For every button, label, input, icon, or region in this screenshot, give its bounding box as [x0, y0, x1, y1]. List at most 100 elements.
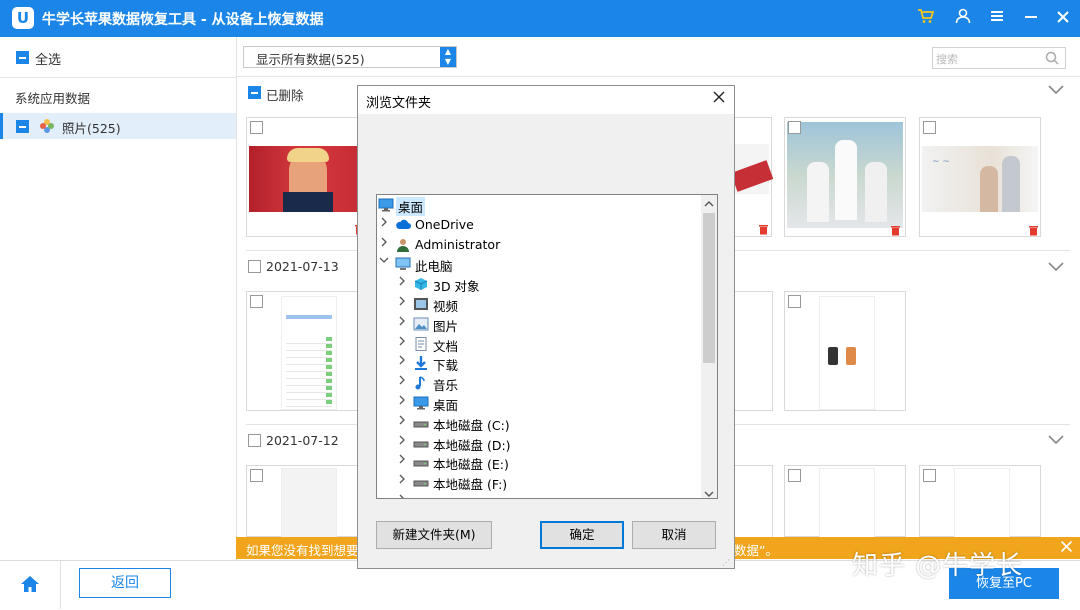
scroll-up-icon[interactable]	[704, 197, 714, 212]
expand-chevron-icon[interactable]	[397, 316, 407, 329]
home-button[interactable]	[0, 560, 61, 609]
phone-shape	[828, 347, 838, 365]
expand-chevron-icon[interactable]	[397, 435, 407, 448]
dialog-body: 桌面 OneDrive Administrator 此电脑 3D 对象 视频 图片 文档 下载音…	[358, 114, 734, 568]
drive-icon	[413, 495, 429, 498]
tree-item[interactable]: 本地磁盘 (G:)	[377, 493, 703, 498]
expand-chevron-icon[interactable]	[379, 237, 389, 250]
tree-item[interactable]: 音乐	[377, 374, 703, 393]
tree-item[interactable]: 桌面	[377, 394, 703, 413]
section-deleted-checkbox[interactable]	[248, 86, 261, 99]
expand-chevron-icon[interactable]	[397, 474, 407, 487]
photo-thumbnail[interactable]	[784, 117, 906, 237]
photo-thumbnail[interactable]	[919, 465, 1041, 538]
section-label: 2021-07-12	[266, 433, 339, 448]
sidebar-item-photos[interactable]: 照片(525)	[0, 113, 236, 139]
photo-thumbnail[interactable]	[784, 465, 906, 538]
select-all-row[interactable]: 全选	[0, 37, 236, 78]
photo-checkbox[interactable]	[250, 469, 263, 482]
tree-item[interactable]: 文档	[377, 335, 703, 354]
chevron-down-icon[interactable]	[1048, 261, 1064, 275]
svg-text:~ ~: ~ ~	[932, 157, 950, 167]
photo-thumbnail[interactable]	[246, 291, 368, 411]
desktop-icon	[378, 198, 394, 212]
expand-chevron-icon[interactable]	[397, 336, 407, 349]
photo-checkbox[interactable]	[923, 469, 936, 482]
tree-item-label: 3D 对象	[433, 279, 480, 295]
search-icon[interactable]	[1045, 51, 1059, 69]
photo-thumbnail[interactable]: ~ ~	[919, 117, 1041, 237]
photo-checkbox[interactable]	[788, 469, 801, 482]
close-icon[interactable]	[1051, 7, 1075, 31]
tree-item[interactable]: 下载	[377, 354, 703, 373]
section-checkbox[interactable]	[248, 260, 261, 273]
scroll-thumb[interactable]	[703, 213, 715, 363]
trash-icon[interactable]	[758, 224, 769, 238]
trash-icon[interactable]	[1028, 225, 1039, 239]
tree-item[interactable]: 本地磁盘 (E:)	[377, 453, 703, 472]
photo-checkbox[interactable]	[250, 295, 263, 308]
expand-chevron-icon[interactable]	[379, 217, 389, 230]
screenshot-bar	[286, 315, 332, 319]
3d-objects-icon	[413, 277, 429, 291]
photo-image	[249, 146, 365, 212]
tree-item[interactable]: 本地磁盘 (C:)	[377, 414, 703, 433]
expand-chevron-icon[interactable]	[397, 395, 407, 408]
photo-checkbox[interactable]	[923, 121, 936, 134]
photo-thumbnail[interactable]	[246, 465, 368, 538]
photo-checkbox[interactable]	[788, 121, 801, 134]
tree-item-label: 视频	[433, 299, 459, 314]
tree-item-label: 文档	[433, 338, 459, 354]
photo-checkbox[interactable]	[788, 295, 801, 308]
expand-chevron-icon[interactable]	[397, 454, 407, 467]
music-icon	[413, 376, 429, 390]
tree-item[interactable]: 桌面	[377, 196, 703, 216]
ok-button[interactable]: 确定	[540, 521, 624, 549]
back-button[interactable]: 返回	[79, 568, 171, 598]
video-icon	[413, 297, 429, 311]
search-input[interactable]: 搜索	[932, 47, 1066, 69]
menu-icon[interactable]	[985, 7, 1009, 31]
person-shape	[1002, 156, 1020, 212]
tree-item[interactable]: 本地磁盘 (F:)	[377, 473, 703, 492]
trash-icon[interactable]	[890, 225, 901, 239]
toolbar-divider	[236, 76, 1080, 77]
new-folder-button[interactable]: 新建文件夹(M)	[376, 521, 492, 549]
tree-item-label: OneDrive	[415, 216, 474, 232]
drive-icon	[413, 475, 429, 489]
scroll-down-icon[interactable]	[704, 487, 714, 498]
select-all-checkbox[interactable]	[16, 51, 29, 64]
cart-icon[interactable]	[914, 7, 938, 31]
section-checkbox[interactable]	[248, 434, 261, 447]
photo-thumbnail[interactable]	[246, 117, 368, 237]
photos-checkbox[interactable]	[16, 120, 29, 133]
banner-close-icon[interactable]	[1060, 540, 1073, 557]
expand-chevron-icon[interactable]	[397, 494, 407, 498]
tree-item-label: 此电脑	[415, 259, 453, 275]
expand-chevron-icon[interactable]	[397, 355, 407, 368]
tree-item[interactable]: Administrator	[377, 236, 703, 255]
cancel-button[interactable]: 取消	[632, 521, 716, 549]
expanded-chevron-icon[interactable]	[379, 256, 389, 267]
tree-item[interactable]: 视频	[377, 295, 703, 314]
minimize-icon[interactable]	[1019, 7, 1043, 31]
folder-tree[interactable]: 桌面 OneDrive Administrator 此电脑 3D 对象 视频 图片 文档 下载音…	[376, 194, 718, 499]
expand-chevron-icon[interactable]	[397, 276, 407, 289]
filter-dropdown[interactable]: 显示所有数据(525) ▲ ▼	[243, 46, 457, 68]
expand-chevron-icon[interactable]	[397, 296, 407, 309]
photo-thumbnail[interactable]	[784, 291, 906, 411]
tree-item[interactable]: 本地磁盘 (D:)	[377, 434, 703, 453]
chevron-down-icon[interactable]	[1048, 434, 1064, 448]
expand-chevron-icon[interactable]	[397, 375, 407, 388]
photo-checkbox[interactable]	[250, 121, 263, 134]
tree-item[interactable]: 此电脑	[377, 255, 703, 274]
tree-scrollbar[interactable]	[701, 195, 717, 498]
user-icon[interactable]	[951, 7, 975, 31]
tree-item[interactable]: OneDrive	[377, 216, 703, 235]
expand-chevron-icon[interactable]	[397, 415, 407, 428]
chevron-down-icon[interactable]	[1048, 84, 1064, 98]
resize-grip-icon[interactable]: ⋰	[722, 558, 730, 567]
tree-item[interactable]: 图片	[377, 315, 703, 334]
dialog-close-icon[interactable]	[712, 89, 726, 108]
tree-item[interactable]: 3D 对象	[377, 275, 703, 294]
